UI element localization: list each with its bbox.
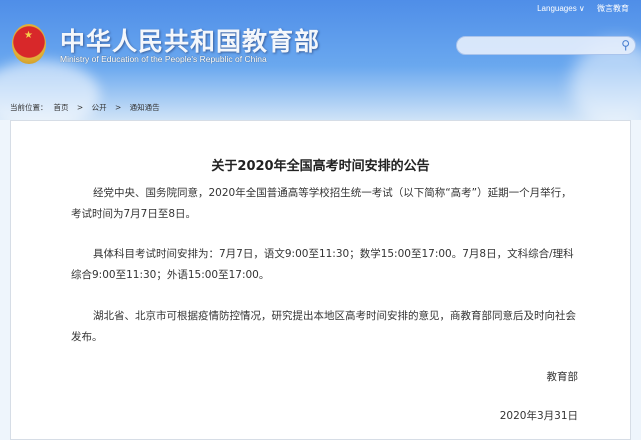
breadcrumb-home[interactable]: 首页 [54, 103, 69, 112]
article-paragraph: 湖北省、北京市可根据疫情防控情况，研究提出本地区高考时间安排的意见，商教育部同意… [71, 310, 576, 343]
breadcrumb-notices[interactable]: 通知通告 [130, 103, 160, 112]
site-subtitle: Ministry of Education of the People's Re… [60, 54, 267, 64]
top-nav: Languages ∨ 微言教育 [527, 3, 629, 14]
site-title[interactable]: 中华人民共和国教育部 [60, 22, 320, 58]
national-emblem-icon: ★ [12, 24, 46, 64]
article-signature: 教育部 [546, 371, 579, 383]
breadcrumb-public[interactable]: 公开 [92, 103, 107, 112]
breadcrumb: 当前位置： 首页 > 公开 > 通知通告 [10, 102, 166, 113]
article-title: 关于2020年全国高考时间安排的公告 [211, 159, 430, 174]
weibo-link[interactable]: 微言教育 [597, 4, 629, 13]
search-icon[interactable]: ⚲ [621, 38, 630, 52]
article-paragraph: 经党中央、国务院同意，2020年全国普通高等学校招生统一考试（以下简称“高考”）… [71, 187, 572, 220]
article-date: 2020年3月31日 [499, 410, 578, 422]
breadcrumb-separator: > [76, 103, 84, 112]
article-paragraph: 具体科目考试时间安排为：7月7日，语文9:00至11:30；数学15:00至17… [71, 248, 574, 281]
breadcrumb-label: 当前位置： [10, 103, 48, 112]
languages-dropdown[interactable]: Languages ∨ [537, 4, 585, 13]
site-header: ★ 中华人民共和国教育部 Ministry of Education of th… [0, 0, 641, 120]
search-input[interactable]: ⚲ [456, 36, 636, 55]
breadcrumb-separator: > [114, 103, 122, 112]
article-container: 关于2020年全国高考时间安排的公告 经党中央、国务院同意，2020年全国普通高… [10, 120, 631, 440]
